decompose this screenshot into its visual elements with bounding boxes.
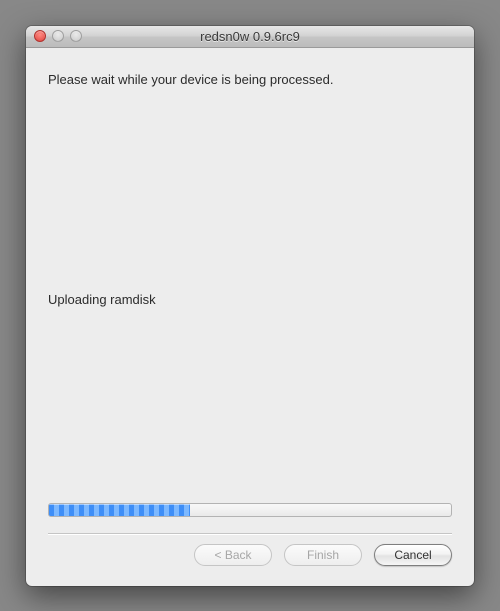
cancel-button[interactable]: Cancel: [374, 544, 452, 566]
divider: [48, 533, 452, 534]
window-title: redsn0w 0.9.6rc9: [26, 29, 474, 44]
wait-message: Please wait while your device is being p…: [48, 72, 452, 87]
minimize-icon[interactable]: [52, 30, 64, 42]
finish-button: Finish: [284, 544, 362, 566]
zoom-icon[interactable]: [70, 30, 82, 42]
titlebar[interactable]: redsn0w 0.9.6rc9: [26, 26, 474, 48]
back-button: < Back: [194, 544, 272, 566]
status-text: Uploading ramdisk: [48, 292, 452, 307]
close-icon[interactable]: [34, 30, 46, 42]
progress-fill: [49, 504, 190, 516]
button-row: < Back Finish Cancel: [48, 544, 452, 572]
content-area: Please wait while your device is being p…: [26, 48, 474, 586]
app-window: redsn0w 0.9.6rc9 Please wait while your …: [26, 26, 474, 586]
progress-bar: [48, 503, 452, 517]
progress-container: [48, 503, 452, 517]
traffic-lights: [26, 30, 82, 42]
